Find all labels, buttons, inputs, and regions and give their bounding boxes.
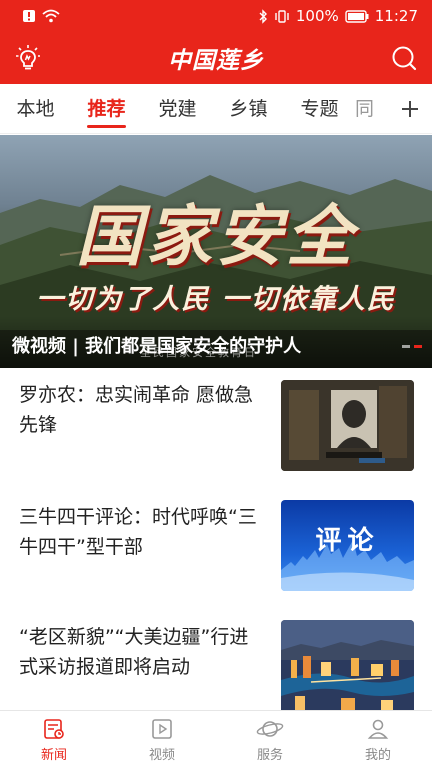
nav-video-label: 视频 bbox=[148, 747, 175, 763]
add-channel-button[interactable] bbox=[388, 84, 432, 133]
news-thumbnail: 评论 bbox=[281, 500, 414, 591]
carousel-dot-active bbox=[414, 345, 422, 348]
alert-icon bbox=[22, 8, 36, 24]
bottom-navigation: 新闻 视频 服务 我的 bbox=[0, 710, 432, 768]
nav-news[interactable]: 新闻 bbox=[0, 711, 108, 768]
news-item[interactable]: 罗亦农：忠实闹革命 愿做急先锋 bbox=[0, 368, 432, 488]
news-item[interactable]: 三牛四干评论：时代呼唤“三牛四干”型干部 评论 bbox=[0, 488, 432, 608]
nav-service[interactable]: 服务 bbox=[216, 711, 324, 768]
app-bar: 中国莲乡 bbox=[0, 32, 432, 84]
channel-tabs: 本地 推荐 党建 乡镇 专题 同 bbox=[0, 84, 432, 134]
banner-caption: 微视频 | 我们都是国家安全的守护人 bbox=[12, 336, 302, 357]
featured-banner[interactable]: 国家安全 一切为了人民 一切依靠人民 全民国家安全教育日 微视频 | 我们都是国… bbox=[0, 135, 432, 368]
wifi-icon bbox=[42, 8, 60, 24]
nav-profile[interactable]: 我的 bbox=[324, 711, 432, 768]
carousel-dot bbox=[402, 345, 410, 348]
nav-service-label: 服务 bbox=[256, 747, 283, 763]
carousel-indicator bbox=[402, 345, 422, 348]
news-thumbnail bbox=[281, 620, 414, 720]
search-icon bbox=[392, 46, 417, 71]
video-icon bbox=[152, 718, 172, 739]
service-icon bbox=[256, 720, 284, 737]
tab-local[interactable]: 本地 bbox=[0, 84, 71, 133]
vibrate-icon bbox=[274, 8, 290, 24]
battery-percent: 100% bbox=[295, 7, 339, 25]
nav-news-label: 新闻 bbox=[40, 747, 67, 763]
news-title: “老区新貌”“大美边疆”行进式采访报道即将启动 bbox=[19, 626, 249, 678]
nav-profile-label: 我的 bbox=[364, 747, 391, 763]
tab-recommend[interactable]: 推荐 bbox=[71, 84, 142, 133]
plus-icon bbox=[402, 101, 418, 117]
portrait-image bbox=[281, 380, 414, 471]
tab-towns[interactable]: 乡镇 bbox=[213, 84, 284, 133]
news-title: 罗亦农：忠实闹革命 愿做急先锋 bbox=[19, 384, 254, 436]
commentary-label: 评论 bbox=[315, 526, 380, 556]
idea-button[interactable] bbox=[8, 38, 48, 78]
nav-video[interactable]: 视频 bbox=[108, 711, 216, 768]
bluetooth-icon bbox=[258, 8, 268, 24]
tab-more-partial[interactable]: 同 bbox=[355, 84, 377, 133]
tab-topics[interactable]: 专题 bbox=[284, 84, 355, 133]
profile-icon bbox=[367, 719, 389, 739]
banner-slogan: 一切为了人民 一切依靠人民 bbox=[36, 284, 396, 315]
news-title: 三牛四干评论：时代呼唤“三牛四干”型干部 bbox=[19, 506, 257, 558]
search-button[interactable] bbox=[384, 38, 424, 78]
status-bar: 100% 11:27 bbox=[0, 0, 432, 32]
tab-party[interactable]: 党建 bbox=[142, 84, 213, 133]
battery-icon bbox=[345, 8, 369, 24]
city-night-image bbox=[281, 620, 414, 720]
news-thumbnail bbox=[281, 380, 414, 471]
lightbulb-icon bbox=[16, 45, 40, 70]
news-icon bbox=[44, 718, 64, 739]
clock: 11:27 bbox=[374, 7, 418, 25]
banner-art-title: 国家安全 bbox=[76, 197, 356, 275]
app-logo-title: 中国莲乡 bbox=[168, 48, 264, 74]
